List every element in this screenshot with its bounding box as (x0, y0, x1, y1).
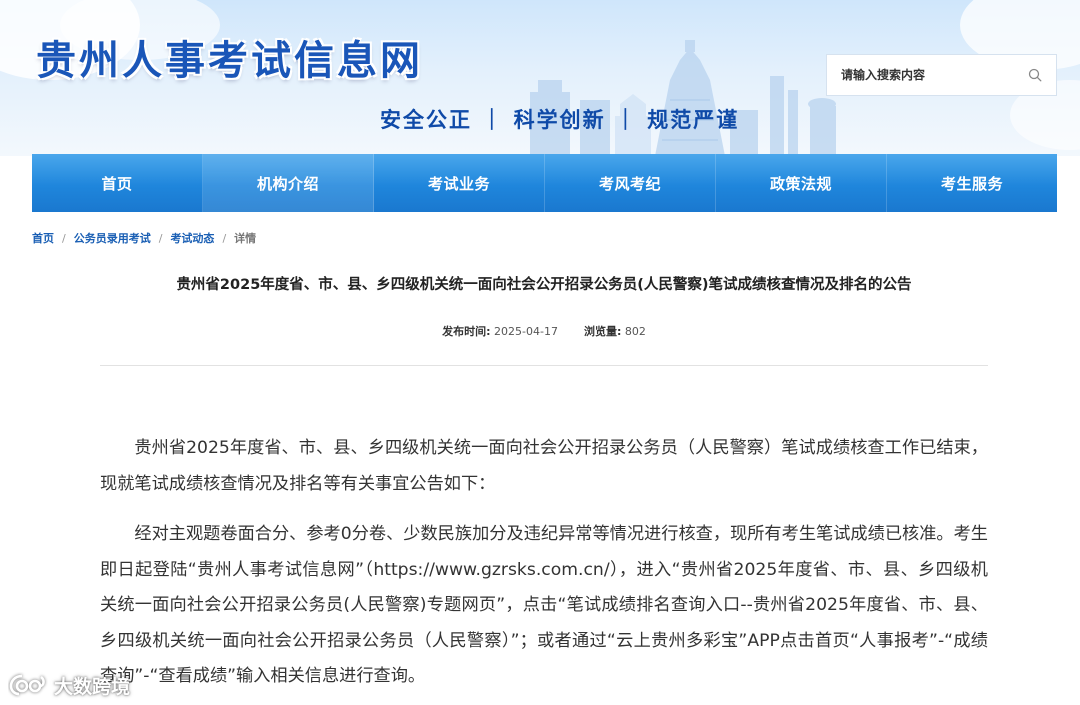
publish-date-label: 发布时间: (442, 325, 491, 338)
site-title[interactable]: 贵州人事考试信息网 (36, 28, 423, 86)
article-divider (100, 365, 988, 366)
breadcrumb-separator: / (62, 231, 66, 245)
nav-item-policies[interactable]: 政策法规 (716, 154, 887, 212)
breadcrumb-exam-news-link[interactable]: 考试动态 (170, 230, 214, 246)
site-slogan: 安全公正 ｜ 科学创新 ｜ 规范严谨 (380, 108, 740, 132)
breadcrumb-current: 详情 (234, 232, 257, 245)
search-input[interactable] (841, 68, 1026, 82)
main-nav: 首页 机构介绍 考试业务 考风考纪 政策法规 考生服务 (32, 154, 1057, 212)
nav-item-exam-discipline[interactable]: 考风考纪 (545, 154, 716, 212)
article-title: 贵州省2025年度省、市、县、乡四级机关统一面向社会公开招录公务员(人民警察)笔… (176, 277, 912, 293)
nav-item-candidate-services[interactable]: 考生服务 (887, 154, 1057, 212)
search-icon[interactable] (1026, 66, 1044, 84)
publish-date: 2025-04-17 (494, 325, 558, 338)
header-banner: 贵州人事考试信息网 安全公正 ｜ 科学创新 ｜ 规范严谨 (0, 0, 1080, 156)
article-paragraph: 贵州省2025年度省、市、县、乡四级机关统一面向社会公开招录公务员（人民警察）笔… (100, 438, 988, 494)
nav-item-exam-business[interactable]: 考试业务 (374, 154, 545, 212)
breadcrumb-separator: / (222, 231, 227, 245)
search-box (826, 54, 1057, 96)
watermark-text: 大数跨境 (54, 675, 131, 698)
views-info: 浏览量: 802 (584, 323, 646, 339)
breadcrumb-home-link[interactable]: 首页 (32, 230, 54, 246)
watermark: 大数跨境 (8, 668, 130, 702)
breadcrumb-civil-service-link[interactable]: 公务员录用考试 (74, 230, 151, 246)
watermark-logo-icon (9, 674, 45, 696)
nav-item-about[interactable]: 机构介绍 (203, 154, 374, 212)
publish-info: 发布时间: 2025-04-17 (442, 323, 558, 339)
breadcrumb-separator: / (158, 231, 163, 245)
article-paragraph: 经对主观题卷面合分、参考0分卷、少数民族加分及违纪异常等情况进行核查，现所有考生… (100, 524, 988, 686)
nav-item-home[interactable]: 首页 (32, 154, 203, 212)
article-body: 贵州省2025年度省、市、县、乡四级机关统一面向社会公开招录公务员（人民警察）笔… (100, 431, 988, 705)
views-count: 802 (624, 325, 646, 338)
views-label: 浏览量: (583, 325, 622, 338)
breadcrumb: 首页 / 公务员录用考试 / 考试动态 / 详情 (32, 230, 256, 246)
city-skyline-illustration (530, 40, 836, 156)
article-meta: 发布时间: 2025-04-17 浏览量: 802 (100, 323, 988, 339)
